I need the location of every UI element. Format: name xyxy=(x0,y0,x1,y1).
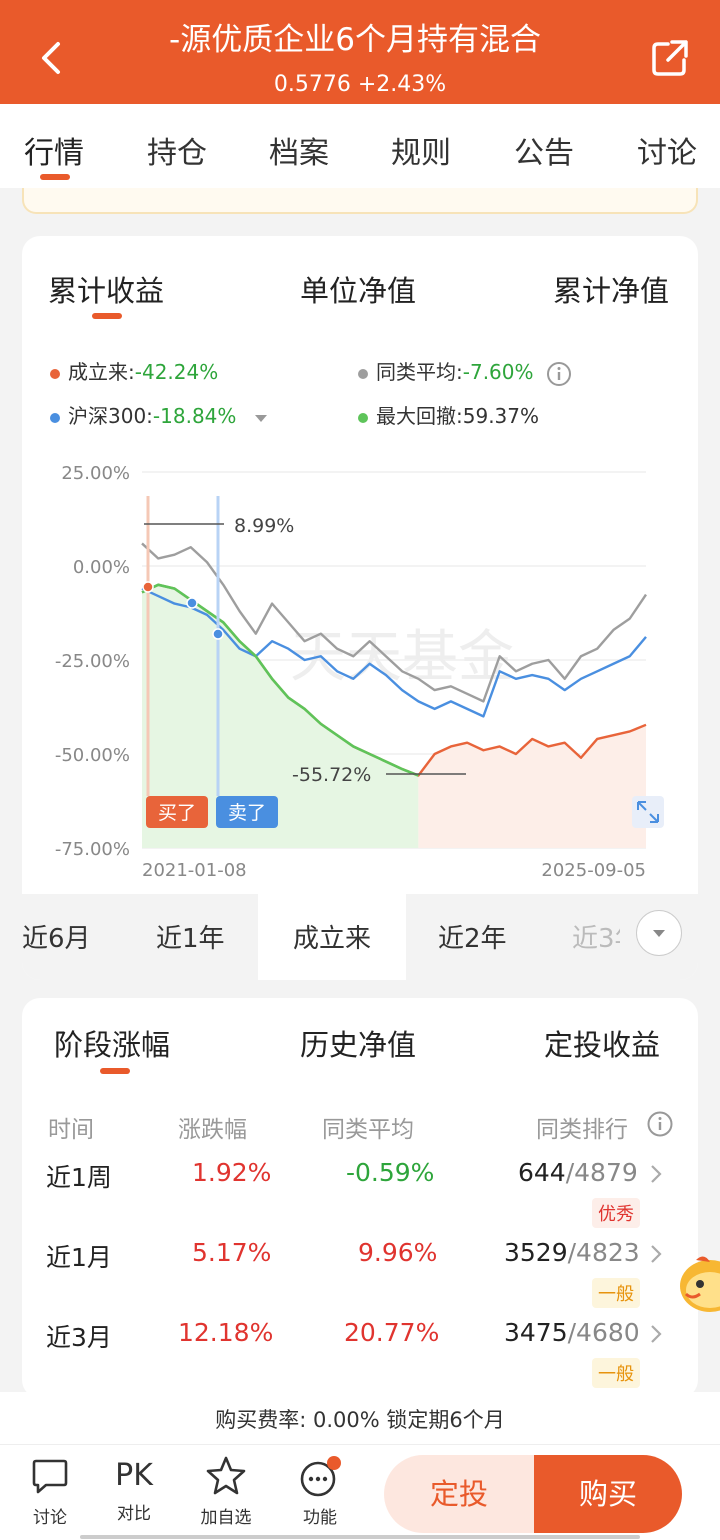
discuss-button[interactable]: 讨论 xyxy=(20,1453,80,1528)
table-row[interactable]: 近3月 12.18% 20.77% 3475/4680 一般 xyxy=(22,1318,698,1398)
favorite-button[interactable]: 加自选 xyxy=(196,1453,256,1528)
tab-holdings[interactable]: 持仓 xyxy=(147,128,207,172)
more-dots-icon xyxy=(300,1456,341,1497)
row-period: 近3月 xyxy=(46,1323,112,1352)
row-peer: -0.59% xyxy=(346,1158,435,1187)
range-since-inception[interactable]: 成立来 xyxy=(258,894,406,980)
share-icon[interactable] xyxy=(650,38,690,78)
discuss-label: 讨论 xyxy=(33,1508,67,1528)
row-peer: 9.96% xyxy=(358,1238,438,1267)
header-period: 时间 xyxy=(48,1117,94,1143)
functions-button[interactable]: 功能 xyxy=(290,1453,350,1528)
y-tick-label: 25.00% xyxy=(61,463,130,484)
rank-total: /4879 xyxy=(565,1158,638,1187)
table-row[interactable]: 近1月 5.17% 9.96% 3529/4823 一般 xyxy=(22,1238,698,1318)
compare-label: 对比 xyxy=(117,1504,151,1524)
table-row[interactable]: 近1周 1.92% -0.59% 644/4879 优秀 xyxy=(22,1158,698,1238)
row-rank: 644/4879 xyxy=(518,1158,638,1187)
buy-button[interactable]: 购买 xyxy=(534,1455,682,1533)
favorite-label: 加自选 xyxy=(200,1508,252,1528)
expand-icon-bg xyxy=(632,796,664,828)
rank-badge: 一般 xyxy=(592,1358,640,1388)
tab-announcements[interactable]: 公告 xyxy=(514,128,574,172)
sip-plan-button[interactable]: 定投 xyxy=(384,1455,534,1533)
row-rank: 3529/4823 xyxy=(504,1238,640,1267)
rank-value: 644 xyxy=(518,1158,566,1187)
tab-rules[interactable]: 规则 xyxy=(391,128,451,172)
notice-strip xyxy=(22,188,698,214)
sell-point xyxy=(212,628,224,640)
y-tick-label: -50.00% xyxy=(55,745,130,766)
hs300-point xyxy=(186,597,198,609)
functions-label: 功能 xyxy=(303,1508,337,1528)
sell-tag-label: 卖了 xyxy=(228,802,266,824)
nav-summary: 0.5776 +2.43% xyxy=(0,72,720,97)
time-range-bar: 近6月 近1年 成立来 近2年 近3年 xyxy=(22,894,698,980)
chevron-right-icon xyxy=(651,1165,662,1183)
range-3y[interactable]: 近3年 xyxy=(572,918,620,955)
rank-value: 3529 xyxy=(504,1238,568,1267)
chevron-right-icon xyxy=(651,1245,662,1263)
returns-card: 阶段涨幅 历史净值 定投收益 时间 涨跌幅 同类平均 同类排行 近1周 1.92… xyxy=(22,998,698,1398)
row-rank: 3475/4680 xyxy=(504,1318,640,1347)
row-period: 近1周 xyxy=(46,1163,112,1192)
top-header: -源优质企业6个月持有混合 0.5776 +2.43% xyxy=(0,0,720,104)
rank-value: 3475 xyxy=(504,1318,568,1347)
star-icon xyxy=(206,1456,246,1495)
rank-total: /4823 xyxy=(567,1238,640,1267)
info-icon[interactable] xyxy=(646,1110,674,1138)
range-6m[interactable]: 近6月 xyxy=(22,918,91,955)
tab-sip-return[interactable]: 定投收益 xyxy=(544,1022,660,1064)
row-change: 1.92% xyxy=(192,1158,272,1187)
range-more-button[interactable] xyxy=(636,910,682,956)
main-tabs: 行情 持仓 档案 规则 公告 讨论 xyxy=(0,104,720,188)
y-tick-label: -25.00% xyxy=(55,651,130,672)
chevron-right-icon xyxy=(651,1325,662,1343)
tab-market[interactable]: 行情 xyxy=(24,128,84,172)
row-change: 5.17% xyxy=(192,1238,272,1267)
y-tick-label: -75.00% xyxy=(55,839,130,860)
chat-bubble-icon xyxy=(32,1459,68,1494)
returns-tab-indicator xyxy=(100,1068,130,1074)
compare-button[interactable]: PK 对比 xyxy=(104,1453,164,1524)
fund-title: -源优质企业6个月持有混合 xyxy=(169,22,541,58)
chevron-down-icon xyxy=(653,930,665,937)
mascot-assistant-icon[interactable] xyxy=(676,1248,720,1318)
chart-card: 累计收益 单位净值 累计净值 成立来:-42.24% 同类平均:-7.60% 沪… xyxy=(22,236,698,980)
nav-change: +2.43% xyxy=(357,72,447,97)
rank-total: /4680 xyxy=(567,1318,640,1347)
fund-area xyxy=(418,724,646,848)
range-1y[interactable]: 近1年 xyxy=(156,918,225,955)
row-change: 12.18% xyxy=(178,1318,274,1347)
trough-annotation-label: -55.72% xyxy=(292,764,371,786)
rank-badge: 一般 xyxy=(592,1278,640,1308)
nav-value: 0.5776 xyxy=(273,72,351,97)
return-chart[interactable]: 25.00% 0.00% -25.00% -50.00% -75.00% 2021-01-… xyxy=(22,236,698,894)
pk-icon: PK xyxy=(115,1458,153,1493)
rank-badge: 优秀 xyxy=(592,1198,640,1228)
header-peer-rank: 同类排行 xyxy=(536,1117,628,1143)
peak-annotation-label: 8.99% xyxy=(234,515,294,537)
bottom-action-bar: 讨论 PK 对比 加自选 功能 定投 购买 xyxy=(0,1444,720,1540)
range-2y[interactable]: 近2年 xyxy=(438,918,507,955)
home-indicator xyxy=(80,1535,640,1539)
tab-history-nav[interactable]: 历史净值 xyxy=(300,1022,416,1064)
fee-info: 购买费率: 0.00% 锁定期6个月 xyxy=(0,1392,720,1444)
buy-point xyxy=(142,581,154,593)
y-tick-label: 0.00% xyxy=(73,557,130,578)
buy-tag-label: 买了 xyxy=(158,802,196,824)
header-peer-average: 同类平均 xyxy=(322,1117,414,1143)
tab-active-indicator xyxy=(40,174,70,180)
row-period: 近1月 xyxy=(46,1243,112,1272)
x-tick-label-end: 2025-09-05 xyxy=(541,860,646,881)
tab-discussion[interactable]: 讨论 xyxy=(637,128,697,172)
header-change: 涨跌幅 xyxy=(178,1117,247,1143)
x-tick-label-start: 2021-01-08 xyxy=(142,860,247,881)
row-peer: 20.77% xyxy=(344,1318,440,1347)
tab-profile[interactable]: 档案 xyxy=(269,128,329,172)
tab-period-return[interactable]: 阶段涨幅 xyxy=(54,1022,170,1064)
